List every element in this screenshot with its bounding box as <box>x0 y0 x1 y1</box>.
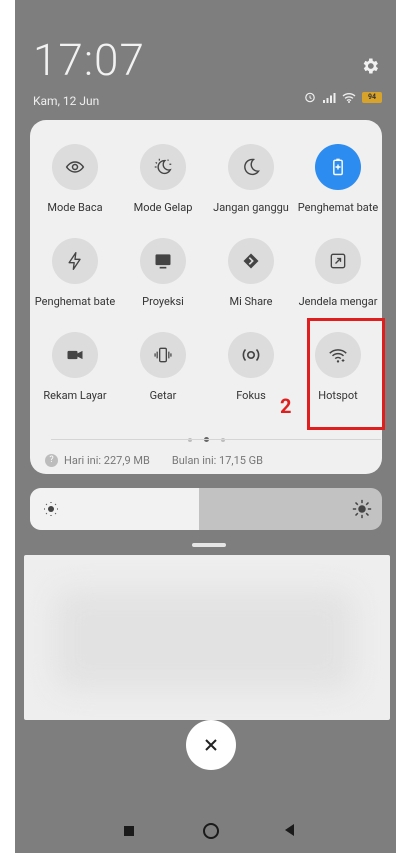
tile-label: Jangan ganggu <box>213 201 289 214</box>
tile-getar[interactable]: Getar <box>119 332 207 402</box>
tile-label: Mode Gelap <box>133 201 193 214</box>
tile-mi-share[interactable]: Mi Share <box>207 238 295 308</box>
vibrate-icon <box>140 332 186 378</box>
video-icon <box>52 332 98 378</box>
help-icon: ? <box>45 454 58 467</box>
tile-label: Penghemat bate <box>34 295 116 308</box>
wifi-icon <box>342 92 356 103</box>
navigation-bar <box>15 818 396 848</box>
tile-rekam-layar[interactable]: Rekam Layar <box>31 332 119 402</box>
tile-jendela-mengambang[interactable]: Jendela mengar <box>294 238 382 308</box>
tile-mode-gelap[interactable]: Mode Gelap <box>119 144 207 214</box>
battery-icon: 94 <box>362 91 382 103</box>
tile-label: Mode Baca <box>47 201 103 214</box>
tile-label: Penghemat bate <box>297 201 379 214</box>
data-usage[interactable]: ? Hari ini: 227,9 MB Bulan ini: 17,15 GB <box>45 454 263 467</box>
blurred-notification <box>24 555 390 720</box>
home-button[interactable] <box>203 823 219 839</box>
usage-today: Hari ini: 227,9 MB <box>64 454 150 467</box>
eye-icon <box>52 144 98 190</box>
back-button[interactable] <box>285 824 294 836</box>
recents-button[interactable] <box>124 826 134 836</box>
highlight-box <box>307 318 385 430</box>
tile-label: Getar <box>149 389 177 402</box>
clear-all-button[interactable] <box>186 720 236 770</box>
tile-fokus[interactable]: Fokus <box>207 332 295 402</box>
clock: 17:07 <box>33 34 145 86</box>
tile-penghemat-baterai-ultra[interactable]: Penghemat bate <box>31 238 119 308</box>
brightness-slider[interactable] <box>30 488 382 530</box>
drag-handle[interactable] <box>192 543 226 547</box>
signal-icon <box>322 92 336 103</box>
tile-label: Rekam Layar <box>43 389 107 402</box>
tile-label: Mi Share <box>229 295 273 308</box>
tile-jangan-ganggu[interactable]: Jangan ganggu <box>207 144 295 214</box>
floating-window-icon <box>315 238 361 284</box>
tile-mode-baca[interactable]: Mode Baca <box>31 144 119 214</box>
blurred-content <box>54 590 354 690</box>
alarm-icon <box>304 91 316 103</box>
moon-icon <box>228 144 274 190</box>
tile-proyeksi[interactable]: Proyeksi <box>119 238 207 308</box>
brightness-high-icon <box>352 499 372 523</box>
tile-penghemat-baterai[interactable]: Penghemat bate <box>294 144 382 214</box>
tile-label: Jendela mengar <box>298 295 378 308</box>
battery-saver-icon <box>315 144 361 190</box>
dark-mode-icon <box>140 144 186 190</box>
close-icon <box>205 739 217 751</box>
focus-icon <box>228 332 274 378</box>
bolt-icon <box>52 238 98 284</box>
status-icons: 94 <box>304 91 382 103</box>
date: Kam, 12 Jun <box>33 94 100 108</box>
divider <box>51 439 381 440</box>
step-number: 2 <box>280 394 292 418</box>
notification-shade: 17:07 Kam, 12 Jun 94 Mode Baca Mode Gela… <box>15 0 396 853</box>
usage-month: Bulan ini: 17,15 GB <box>171 454 264 467</box>
cast-icon <box>140 238 186 284</box>
brightness-low-icon <box>42 500 60 522</box>
settings-gear-icon[interactable] <box>360 56 380 76</box>
tile-label: Proyeksi <box>142 295 184 308</box>
mi-share-icon <box>228 238 274 284</box>
